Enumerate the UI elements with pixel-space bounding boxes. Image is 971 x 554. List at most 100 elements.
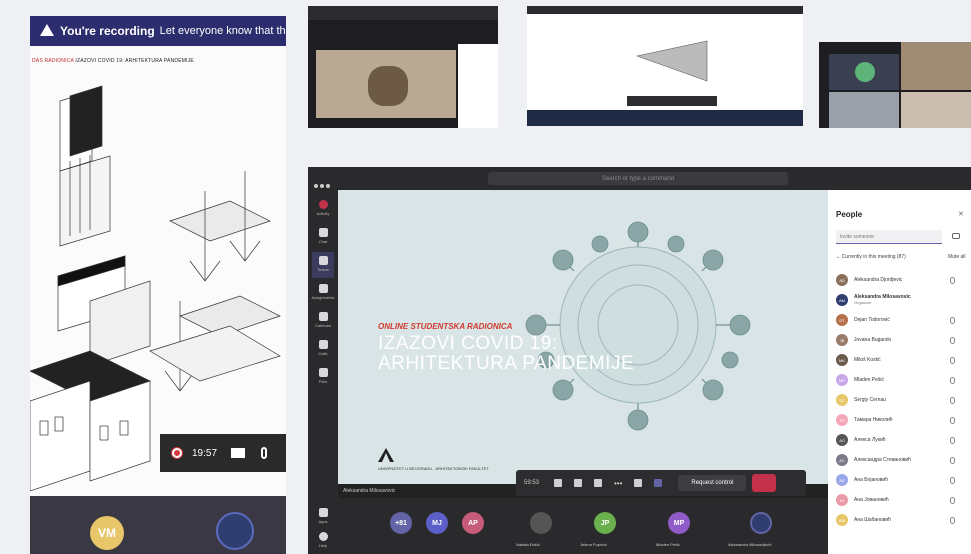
camera-icon[interactable]	[554, 479, 562, 487]
university-logo	[378, 448, 394, 462]
rail-item-help[interactable]: Help	[312, 528, 334, 554]
participant-avatar: VM	[90, 516, 124, 550]
person-name: Александра Стевановић	[854, 457, 911, 463]
recording-controls: 19:57	[160, 434, 286, 472]
list-item[interactable]: JB Jovana Bugarski	[836, 330, 966, 350]
calendar-icon	[318, 312, 328, 321]
chat-icon	[318, 228, 328, 237]
avatar: DT	[836, 314, 848, 326]
rail-item-calls[interactable]: Calls	[312, 336, 334, 362]
meeting-section-header[interactable]: ⌄ Currently in this meeting (87)	[836, 254, 906, 260]
person-name: Ана Шабановић	[854, 517, 891, 523]
bell-icon	[318, 200, 328, 209]
organizer-role: Organizer	[854, 300, 872, 305]
axonometric-drawing	[30, 85, 281, 491]
list-item[interactable]: MK Miloš Kostić	[836, 350, 966, 370]
mic-off-icon	[950, 396, 955, 404]
shared-document-panel: You're recording Let everyone know that …	[30, 16, 286, 554]
mute-all-link[interactable]: Mute all	[948, 254, 966, 260]
apps-icon	[318, 508, 328, 517]
rail-label: Help	[318, 543, 328, 548]
mic-off-icon	[950, 376, 955, 384]
avatar: АЈ	[836, 494, 848, 506]
share-screen-icon[interactable]	[594, 479, 602, 487]
close-icon[interactable]: ✕	[958, 210, 964, 218]
recording-banner-bold: You're recording	[60, 24, 155, 38]
recording-timer: 19:57	[192, 447, 218, 459]
person-name: Jovana Bugarski	[854, 337, 891, 343]
participant-name: Mladen Pešić	[656, 542, 681, 547]
rail-label: Teams	[317, 267, 329, 272]
mic-off-icon	[950, 316, 955, 324]
request-control-button[interactable]: Request control	[678, 475, 747, 491]
person-name: Aleksandra Djordjevic	[854, 277, 903, 283]
phone-icon	[318, 340, 328, 349]
screenshot-thumbnail-gallery	[819, 42, 971, 128]
participants-icon[interactable]	[654, 479, 663, 487]
avatar: MK	[836, 354, 848, 366]
document-title-prefix: DAS RADIONICA	[32, 58, 74, 64]
rail-item-chat[interactable]: Chat	[312, 224, 334, 250]
rail-item-files[interactable]: Files	[312, 364, 334, 390]
avatar: АЛ	[836, 434, 848, 446]
people-title: People	[836, 210, 863, 219]
list-item[interactable]: AD Aleksandra Djordjevic	[836, 270, 966, 290]
participant-avatar	[750, 512, 772, 534]
participant-avatar: AP	[462, 512, 484, 534]
chat-icon[interactable]	[634, 479, 643, 487]
mic-off-icon	[950, 476, 955, 484]
hang-up-button[interactable]	[752, 474, 777, 492]
mic-icon[interactable]	[261, 447, 268, 459]
list-item[interactable]: АЈ Ана Јовановић	[836, 490, 966, 510]
overflow-participants-avatar[interactable]: +81	[390, 512, 412, 534]
list-item[interactable]: TH Тамара Николић	[836, 410, 966, 430]
rail-item-activity[interactable]: Activity	[312, 196, 334, 222]
mic-icon[interactable]	[574, 479, 582, 487]
person-name: Aleksandra Milosavovic Organizer	[854, 294, 950, 306]
list-item[interactable]: АЛ Алекса Лукић	[836, 430, 966, 450]
list-item[interactable]: АС Александра Стевановић	[836, 450, 966, 470]
help-icon	[318, 532, 328, 541]
virus-illustration	[525, 221, 751, 431]
avatar: TH	[836, 414, 848, 426]
mic-off-icon	[950, 276, 955, 284]
list-item[interactable]: DT Dejan Todorović	[836, 310, 966, 330]
person-name: Тамара Николић	[854, 417, 893, 423]
participant-name: Jelena Pupović	[580, 542, 608, 547]
teams-icon	[318, 256, 328, 265]
list-item[interactable]: AM Aleksandra Milosavovic Organizer	[836, 290, 966, 310]
avatar: АШ	[836, 514, 848, 526]
teams-window: Search or type a command Activity Chat T…	[308, 167, 971, 554]
rail-label: Calls	[318, 351, 328, 356]
list-item[interactable]: АШ Ана Шабановић	[836, 510, 966, 530]
record-icon[interactable]	[172, 448, 182, 458]
rail-item-apps[interactable]: Apps	[312, 504, 334, 530]
rail-item-calendar[interactable]: Calendar	[312, 308, 334, 334]
rail-item-teams[interactable]: Teams	[312, 252, 334, 278]
window-dots	[314, 175, 332, 188]
rail-label: Assignments	[311, 295, 335, 300]
share-link-icon[interactable]	[952, 233, 960, 239]
rail-label: Calendar	[314, 323, 332, 328]
file-icon	[318, 368, 328, 377]
more-options-icon[interactable]: •••	[614, 479, 622, 488]
screenshot-thumbnail-slide	[527, 6, 803, 126]
list-item[interactable]: АБ Ана Бојановић	[836, 470, 966, 490]
user-avatar	[216, 512, 254, 550]
rail-label: Files	[318, 379, 328, 384]
rail-item-assignments[interactable]: Assignments	[312, 280, 334, 306]
invite-input[interactable]	[836, 230, 942, 244]
document-title: DAS RADIONICA IZAZOVI COVID 19: ARHITEKT…	[32, 58, 194, 64]
slide-title-line2: ARHITEKTURA PANDEMIJE	[378, 353, 635, 374]
participant-name: Nataša Đukić	[516, 542, 540, 547]
search-input[interactable]: Search or type a command	[488, 172, 788, 185]
avatar: MP	[836, 374, 848, 386]
recording-banner: You're recording Let everyone know that …	[30, 16, 286, 46]
person-name: Ана Јовановић	[854, 497, 889, 503]
assignments-icon	[318, 284, 328, 293]
list-item[interactable]: MP Mladen Pešić	[836, 370, 966, 390]
mic-off-icon	[950, 436, 955, 444]
camera-icon[interactable]	[231, 448, 246, 458]
meeting-count-label: Currently in this meeting (87)	[841, 254, 906, 260]
list-item[interactable]: SC Sergiy Cernau	[836, 390, 966, 410]
